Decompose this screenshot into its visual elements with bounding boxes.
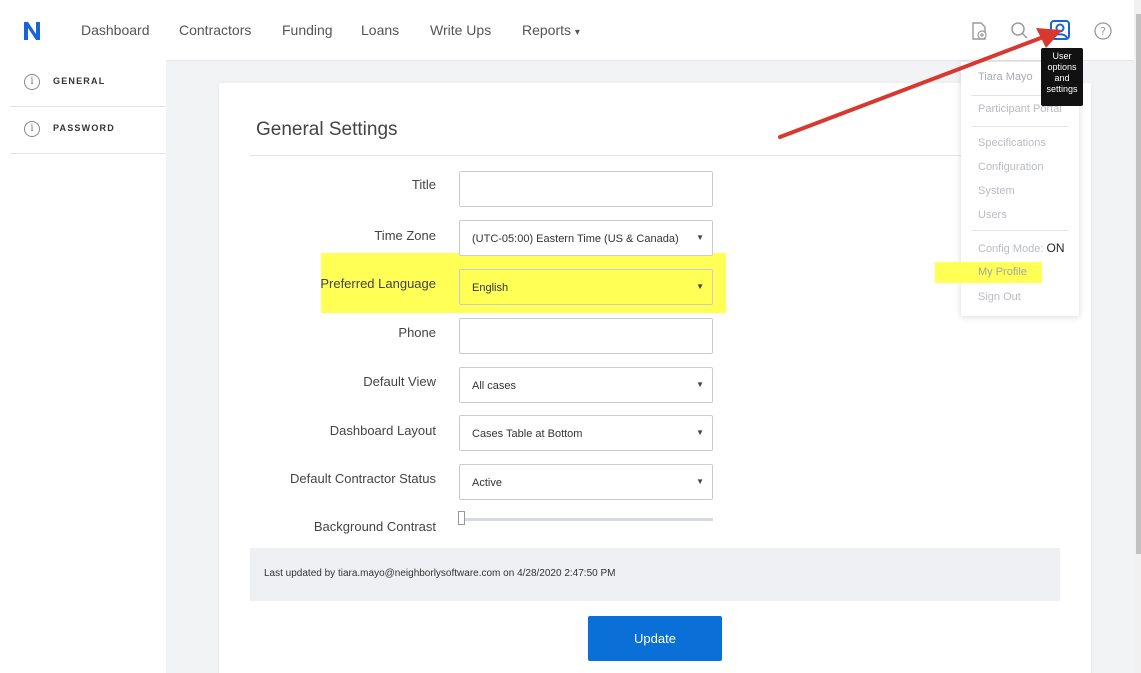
config-mode-label: Config Mode: bbox=[978, 243, 1044, 255]
nav-write-ups[interactable]: Write Ups bbox=[430, 22, 491, 38]
dashboard-layout-label: Dashboard Layout bbox=[329, 423, 436, 438]
neighborly-logo[interactable] bbox=[22, 20, 42, 42]
default-view-select[interactable]: All cases ▼ bbox=[459, 367, 713, 403]
search-icon[interactable] bbox=[1009, 20, 1031, 42]
menu-my-profile[interactable]: My Profile bbox=[978, 266, 1027, 278]
dashboard-layout-select[interactable]: Cases Table at Bottom ▼ bbox=[459, 415, 713, 451]
menu-system[interactable]: System bbox=[978, 185, 1015, 197]
chevron-down-icon: ▼ bbox=[696, 282, 704, 291]
nav-funding[interactable]: Funding bbox=[282, 22, 333, 38]
nav-reports-label: Reports bbox=[522, 22, 572, 38]
sidebar-item-label: GENERAL bbox=[53, 76, 106, 86]
title-input[interactable] bbox=[459, 171, 713, 207]
chevron-down-icon: ▾ bbox=[574, 27, 580, 38]
info-icon: i bbox=[24, 74, 40, 90]
svg-text:?: ? bbox=[1100, 25, 1106, 38]
chevron-down-icon: ▼ bbox=[696, 233, 704, 242]
time-zone-value: (UTC-05:00) Eastern Time (US & Canada) bbox=[472, 233, 679, 245]
time-zone-select[interactable]: (UTC-05:00) Eastern Time (US & Canada) ▼ bbox=[459, 220, 713, 256]
default-contractor-status-label: Default Contractor Status bbox=[290, 471, 436, 486]
default-contractor-status-select[interactable]: Active ▼ bbox=[459, 464, 713, 500]
sidebar-item-general[interactable]: i GENERAL bbox=[10, 60, 166, 107]
divider bbox=[250, 155, 1060, 156]
last-updated-banner: Last updated by tiara.mayo@neighborlysof… bbox=[250, 548, 1060, 601]
tooltip-line: settings bbox=[1046, 84, 1078, 94]
preferred-language-label: Preferred Language bbox=[320, 276, 436, 291]
user-settings-icon[interactable] bbox=[1049, 19, 1071, 41]
background-contrast-label: Background Contrast bbox=[313, 519, 436, 534]
chevron-down-icon: ▼ bbox=[696, 428, 704, 437]
phone-label: Phone bbox=[398, 325, 436, 340]
divider bbox=[971, 230, 1069, 231]
menu-config-mode[interactable]: Config Mode: ON bbox=[978, 241, 1065, 255]
background-contrast-slider[interactable] bbox=[460, 518, 713, 521]
last-updated-text: Last updated by tiara.mayo@neighborlysof… bbox=[264, 568, 616, 579]
default-view-label: Default View bbox=[363, 374, 436, 389]
nav-contractors[interactable]: Contractors bbox=[179, 22, 251, 38]
nav-reports[interactable]: Reports ▾ bbox=[522, 22, 580, 38]
divider bbox=[971, 126, 1069, 127]
menu-user-name: Tiara Mayo bbox=[978, 71, 1033, 83]
user-options-tooltip: User options and settings bbox=[1041, 48, 1083, 106]
title-label: Title bbox=[411, 177, 436, 192]
chevron-down-icon: ▼ bbox=[696, 380, 704, 389]
tooltip-line: options bbox=[1047, 62, 1077, 72]
update-button[interactable]: Update bbox=[588, 616, 722, 661]
tooltip-line: User bbox=[1052, 51, 1072, 61]
default-view-value: All cases bbox=[472, 380, 517, 392]
settings-sidebar: i GENERAL i PASSWORD bbox=[0, 60, 166, 673]
sidebar-item-password[interactable]: i PASSWORD bbox=[10, 107, 166, 154]
dashboard-layout-value: Cases Table at Bottom bbox=[472, 428, 583, 440]
config-mode-value: ON bbox=[1046, 241, 1065, 255]
chevron-down-icon: ▼ bbox=[696, 477, 704, 486]
info-icon: i bbox=[24, 121, 40, 137]
tooltip-line: and bbox=[1054, 73, 1070, 83]
sidebar-item-label: PASSWORD bbox=[53, 123, 115, 133]
default-contractor-status-value: Active bbox=[472, 477, 502, 489]
menu-sign-out[interactable]: Sign Out bbox=[978, 291, 1021, 303]
scrollbar-thumb[interactable] bbox=[1136, 14, 1141, 554]
document-add-icon[interactable] bbox=[968, 20, 990, 42]
help-icon[interactable]: ? bbox=[1092, 20, 1114, 42]
menu-users[interactable]: Users bbox=[978, 209, 1007, 221]
preferred-language-value: English bbox=[472, 282, 509, 294]
nav-dashboard[interactable]: Dashboard bbox=[81, 22, 150, 38]
preferred-language-select[interactable]: English ▼ bbox=[459, 269, 713, 305]
menu-configuration[interactable]: Configuration bbox=[978, 161, 1043, 173]
phone-input[interactable] bbox=[459, 318, 713, 354]
time-zone-label: Time Zone bbox=[374, 228, 436, 243]
nav-loans[interactable]: Loans bbox=[361, 22, 399, 38]
top-navigation-bar: Dashboard Contractors Funding Loans Writ… bbox=[0, 0, 1134, 61]
page-title: General Settings bbox=[256, 119, 398, 140]
slider-handle[interactable] bbox=[458, 511, 465, 525]
menu-specifications[interactable]: Specifications bbox=[978, 137, 1046, 149]
